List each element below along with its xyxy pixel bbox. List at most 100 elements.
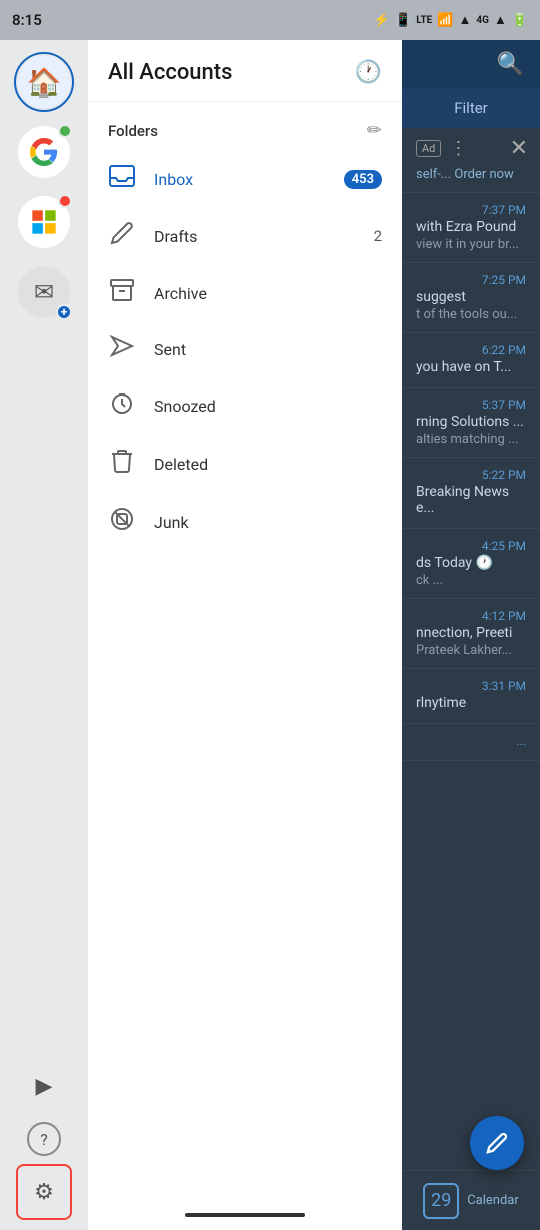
ad-badge: Ad — [416, 140, 441, 157]
email-time-3: 5:37 PM — [416, 398, 526, 412]
settings-button[interactable]: ⚙ — [16, 1164, 72, 1220]
archive-folder-icon — [108, 279, 136, 307]
add-badge: + — [56, 304, 72, 320]
junk-folder-icon — [108, 507, 136, 537]
email-item-6[interactable]: 4:12 PM nnection, Preeti Prateek Lakher.… — [402, 599, 540, 669]
bottom-indicator — [185, 1213, 305, 1217]
email-preview-1: t of the tools ou... — [416, 307, 526, 322]
email-preview-0: view it in your br... — [416, 237, 526, 252]
folders-label-row: Folders ✏ — [88, 102, 402, 151]
email-time-1: 7:25 PM — [416, 273, 526, 287]
calendar-icon: 29 — [423, 1183, 459, 1219]
signal-icon: ▲ — [459, 12, 472, 28]
calendar-bar[interactable]: 29 Calendar — [402, 1170, 540, 1230]
email-time-0: 7:37 PM — [416, 203, 526, 217]
lte-icon: LTE — [416, 15, 432, 26]
rail-bottom: ▶ ? ⚙ — [0, 1058, 88, 1230]
folder-header: All Accounts 🕐 — [88, 40, 402, 102]
email-subject-3: rning Solutions ... — [416, 414, 526, 430]
ad-content: Ad ⋮ self-... Order now — [416, 138, 514, 182]
folder-bottom-bar — [88, 1200, 402, 1230]
folders-label: Folders — [108, 122, 158, 140]
close-button[interactable]: ✕ — [510, 136, 528, 161]
4g-label: 4G — [476, 15, 489, 26]
email-panel: 🔍 Filter ✕ Ad ⋮ self-... Order now 7:37 … — [402, 40, 540, 1230]
email-subject-6: nnection, Preeti — [416, 625, 526, 641]
status-icons: ⚡ 📳 LTE 📶 ▲ 4G ▲ 🔋 — [374, 12, 528, 28]
bluetooth-icon: ⚡ — [374, 13, 390, 28]
email-item-5[interactable]: 4:25 PM ds Today 🕐 ck ... — [402, 529, 540, 599]
email-subject-0: with Ezra Pound — [416, 219, 526, 235]
folder-panel: All Accounts 🕐 Folders ✏ Inbox 453 Draft… — [88, 40, 402, 1230]
folder-item-snoozed[interactable]: Snoozed — [88, 377, 402, 435]
calendar-label: Calendar — [467, 1193, 519, 1208]
rail-item-add-account[interactable]: ✉ + — [14, 262, 74, 322]
search-icon[interactable]: 🔍 — [497, 52, 524, 77]
email-subject-7: rlnytime — [416, 695, 526, 711]
rail-item-office[interactable] — [14, 192, 74, 252]
home-icon: 🏠 — [18, 56, 70, 108]
email-item-1[interactable]: 7:25 PM suggest t of the tools ou... — [402, 263, 540, 333]
email-subject-4: Breaking News e... — [416, 484, 526, 516]
email-time-2: 6:22 PM — [416, 343, 526, 357]
main-layout: 🏠 ✉ + ▶ ? ⚙ — [0, 40, 540, 1230]
inbox-folder-icon — [108, 165, 136, 193]
email-time-6: 4:12 PM — [416, 609, 526, 623]
calendar-date: 29 — [431, 1190, 451, 1211]
status-bar: 8:15 ⚡ 📳 LTE 📶 ▲ 4G ▲ 🔋 — [0, 0, 540, 40]
email-filter-row: Filter — [402, 88, 540, 128]
icon-rail: 🏠 ✉ + ▶ ? ⚙ — [0, 40, 88, 1230]
google-badge — [58, 124, 72, 138]
filter-label[interactable]: Filter — [454, 99, 488, 117]
help-button[interactable]: ? — [27, 1122, 61, 1156]
email-preview-5: ck ... — [416, 573, 526, 588]
email-item-2[interactable]: 6:22 PM you have on T... — [402, 333, 540, 388]
email-time-8: ... — [416, 734, 526, 748]
folder-item-drafts[interactable]: Drafts 2 — [88, 207, 402, 265]
email-panel-header: 🔍 — [402, 40, 540, 88]
email-subject-1: suggest — [416, 289, 526, 305]
email-subject-2: you have on T... — [416, 359, 526, 375]
signal2-icon: ▲ — [494, 12, 507, 28]
folder-item-inbox[interactable]: Inbox 453 — [88, 151, 402, 207]
battery-icon: 🔋 — [512, 13, 528, 28]
ad-menu-icon[interactable]: ⋮ — [449, 138, 467, 159]
sent-folder-icon — [108, 335, 136, 363]
office-badge — [58, 194, 72, 208]
email-preview-3: alties matching ... — [416, 432, 526, 447]
email-item-7[interactable]: 3:31 PM rlnytime — [402, 669, 540, 724]
folder-item-sent[interactable]: Sent — [88, 321, 402, 377]
deleted-folder-icon — [108, 449, 136, 479]
email-time-7: 3:31 PM — [416, 679, 526, 693]
email-list[interactable]: ✕ Ad ⋮ self-... Order now 7:37 PM with E… — [402, 128, 540, 1170]
email-item-0[interactable]: 7:37 PM with Ezra Pound view it in your … — [402, 193, 540, 263]
junk-label: Junk — [154, 513, 382, 532]
email-subject-5: ds Today 🕐 — [416, 555, 526, 571]
folder-item-deleted[interactable]: Deleted — [88, 435, 402, 493]
vibrate-icon: 📳 — [395, 13, 411, 28]
drafts-folder-icon — [108, 221, 136, 251]
snoozed-folder-icon — [108, 391, 136, 421]
email-time-5: 4:25 PM — [416, 539, 526, 553]
status-time: 8:15 — [12, 11, 42, 29]
folder-item-archive[interactable]: Archive — [88, 265, 402, 321]
clock-icon[interactable]: 🕐 — [355, 60, 382, 85]
edit-icon[interactable]: ✏ — [367, 120, 382, 141]
compose-button[interactable] — [470, 1116, 524, 1170]
drafts-label: Drafts — [154, 227, 356, 246]
play-button[interactable]: ▶ — [16, 1058, 72, 1114]
deleted-label: Deleted — [154, 455, 382, 474]
sent-label: Sent — [154, 340, 382, 359]
archive-label: Archive — [154, 284, 382, 303]
email-item-3[interactable]: 5:37 PM rning Solutions ... alties match… — [402, 388, 540, 458]
rail-item-google[interactable] — [14, 122, 74, 182]
drafts-count: 2 — [374, 227, 382, 245]
wifi-icon: 📶 — [437, 13, 453, 28]
email-item-8[interactable]: ... — [402, 724, 540, 761]
email-preview-6: Prateek Lakher... — [416, 643, 526, 658]
folder-list: Inbox 453 Drafts 2 Archive — [88, 151, 402, 1200]
rail-item-home[interactable]: 🏠 — [14, 52, 74, 112]
folder-item-junk[interactable]: Junk — [88, 493, 402, 551]
email-item-4[interactable]: 5:22 PM Breaking News e... — [402, 458, 540, 529]
inbox-badge: 453 — [344, 170, 382, 189]
